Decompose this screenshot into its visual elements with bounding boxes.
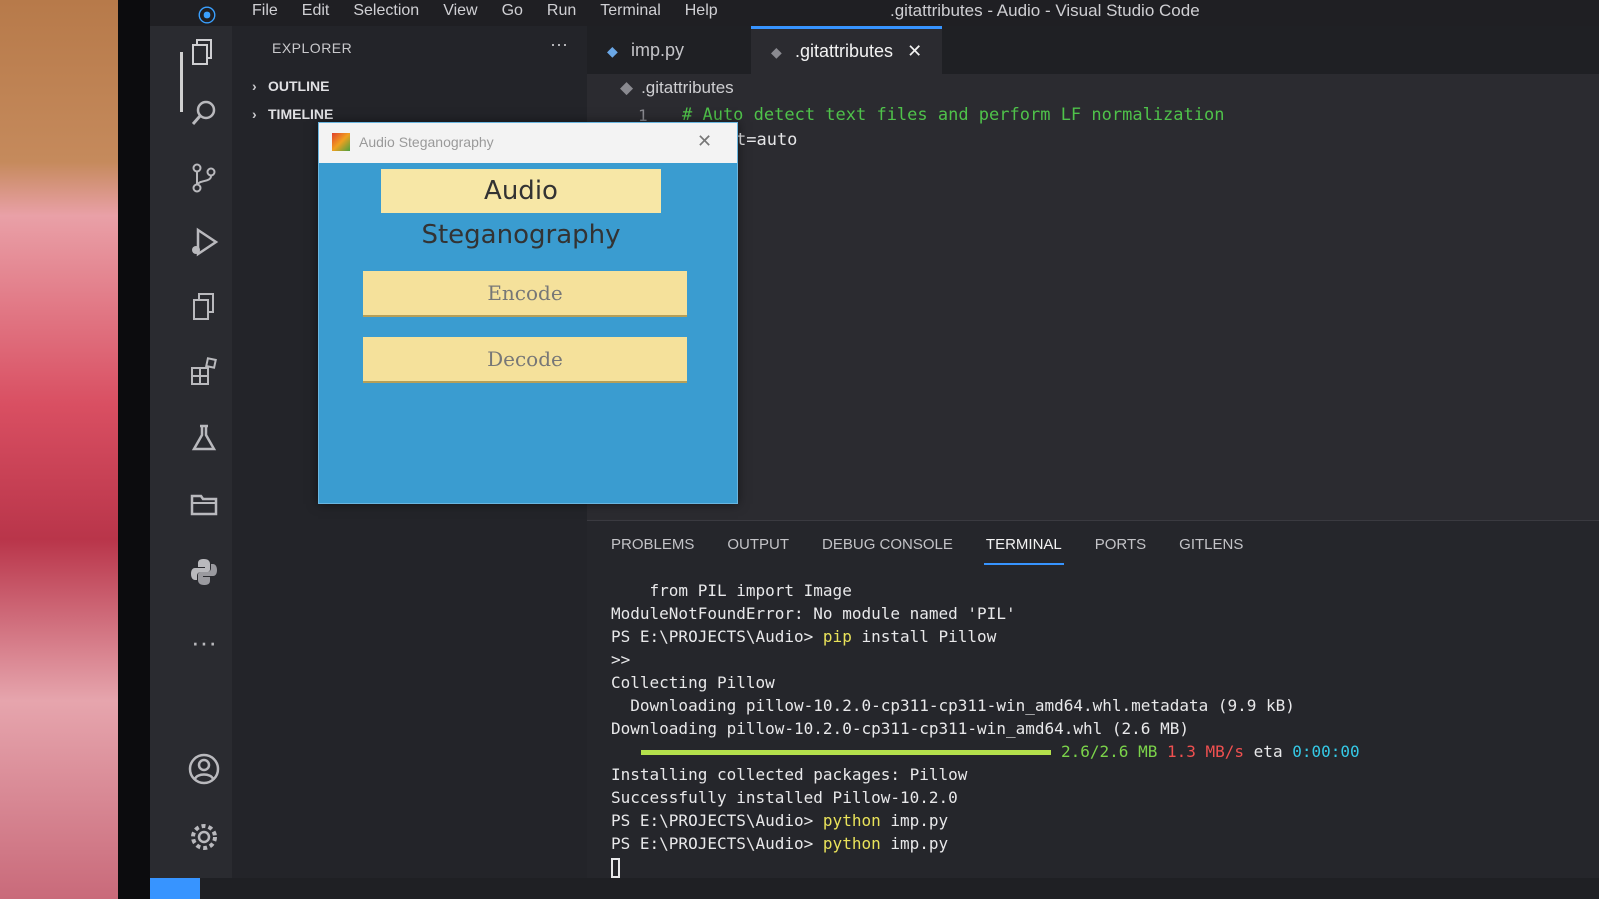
file-icon: ◆ — [771, 44, 782, 60]
terminal-line: PS E:\PROJECTS\Audio> python imp.py — [611, 832, 1360, 855]
explorer-icon[interactable] — [184, 36, 224, 76]
activity-bar: ··· — [150, 26, 232, 899]
chevron-right-icon: › — [252, 78, 257, 94]
terminal-prompt: PS E:\PROJECTS\Audio> — [611, 811, 823, 830]
menu-bar: File Edit Selection View Go Run Terminal… — [240, 0, 730, 22]
terminal-line: Successfully installed Pillow-10.2.0 — [611, 788, 958, 807]
copy-icon[interactable] — [184, 291, 224, 331]
terminal-command: python — [822, 834, 881, 853]
terminal-cursor — [611, 857, 620, 878]
python-icon[interactable] — [184, 556, 224, 596]
sidebar-more-button[interactable]: ··· — [550, 34, 568, 55]
editor-tabs: ◆ imp.py ◆ .gitattributes ✕ — [587, 26, 1599, 74]
tab-output[interactable]: OUTPUT — [727, 529, 789, 561]
terminal-args: imp.py — [880, 834, 949, 853]
settings-gear-icon[interactable] — [184, 820, 224, 860]
account-icon[interactable] — [184, 752, 224, 792]
terminal-prompt: PS E:\PROJECTS\Audio> — [611, 834, 823, 853]
more-icon[interactable]: ··· — [184, 622, 224, 662]
tab-terminal[interactable]: TERMINAL — [983, 529, 1064, 565]
app-title-bar: Audio Steganography ✕ — [319, 123, 737, 163]
terminal-input-line[interactable] — [611, 855, 1360, 878]
vscode-logo-icon: ⦿ — [198, 6, 216, 26]
download-progress-bar — [641, 750, 1051, 755]
progress-size: 2.6/2.6 MB — [1061, 742, 1158, 761]
progress-eta-label: eta — [1253, 742, 1283, 761]
folder-icon[interactable] — [184, 488, 224, 528]
app-heading: Audio Steganography — [381, 169, 661, 250]
bottom-panel: PROBLEMS OUTPUT DEBUG CONSOLE TERMINAL P… — [587, 520, 1599, 899]
monitor-bezel — [118, 0, 154, 899]
tab-problems[interactable]: PROBLEMS — [611, 529, 694, 561]
menu-help[interactable]: Help — [673, 0, 730, 22]
terminal-prompt: PS E:\PROJECTS\Audio> — [611, 627, 823, 646]
tab-debug-console[interactable]: DEBUG CONSOLE — [822, 529, 953, 561]
menu-edit[interactable]: Edit — [290, 0, 342, 22]
code-line-comment[interactable]: # Auto detect text files and perform LF … — [682, 105, 1224, 125]
terminal-line: Downloading pillow-10.2.0-cp311-cp311-wi… — [611, 696, 1295, 715]
tab-gitattributes[interactable]: ◆ .gitattributes ✕ — [751, 26, 943, 74]
encode-button[interactable]: Encode — [363, 271, 687, 317]
sidebar-title: EXPLORER — [272, 40, 353, 56]
window-title: .gitattributes - Audio - Visual Studio C… — [890, 1, 1200, 20]
app-window-title: Audio Steganography — [359, 134, 494, 150]
terminal-line: >> — [611, 650, 631, 669]
source-control-icon[interactable] — [184, 162, 224, 202]
terminal-command: pip — [822, 627, 852, 646]
tab-label: imp.py — [631, 40, 685, 60]
sidebar-section-label: TIMELINE — [268, 106, 334, 122]
breadcrumb[interactable]: ◆ .gitattributes — [620, 78, 734, 98]
audio-steganography-window: Audio Steganography ✕ Audio Steganograph… — [318, 122, 738, 504]
terminal-command: python — [822, 811, 881, 830]
sidebar-section-label: OUTLINE — [268, 78, 330, 94]
terminal-line: Installing collected packages: Pillow — [611, 765, 968, 784]
title-bar: ⦿ File Edit Selection View Go Run Termin… — [150, 0, 1599, 26]
python-file-icon: ◆ — [607, 43, 618, 59]
sidebar-section-outline[interactable]: › OUTLINE — [252, 78, 329, 94]
tab-gitlens[interactable]: GITLENS — [1179, 529, 1243, 561]
file-icon: ◆ — [620, 78, 634, 97]
terminal-progress-line: 2.6/2.6 MB 1.3 MB/s eta 0:00:00 — [611, 740, 1360, 763]
app-icon — [332, 133, 350, 151]
chevron-right-icon: › — [252, 106, 257, 122]
terminal-line: Collecting Pillow — [611, 673, 775, 692]
menu-terminal[interactable]: Terminal — [588, 0, 672, 22]
code-line-text[interactable]: t=auto — [736, 130, 797, 150]
breadcrumb-file: .gitattributes — [641, 78, 734, 97]
terminal-args: imp.py — [880, 811, 949, 830]
terminal-args: install Pillow — [851, 627, 997, 646]
search-icon[interactable] — [184, 98, 224, 138]
menu-selection[interactable]: Selection — [341, 0, 431, 22]
progress-speed: 1.3 MB/s — [1166, 742, 1245, 761]
remote-indicator[interactable] — [150, 878, 200, 899]
decode-button[interactable]: Decode — [363, 337, 687, 383]
tab-ports[interactable]: PORTS — [1095, 529, 1146, 561]
menu-file[interactable]: File — [240, 0, 290, 22]
status-bar — [150, 878, 1599, 899]
terminal-line: PS E:\PROJECTS\Audio> pip install Pillow — [611, 625, 1360, 648]
terminal-line: ModuleNotFoundError: No module named 'PI… — [611, 604, 1016, 623]
terminal-line: PS E:\PROJECTS\Audio> python imp.py — [611, 809, 1360, 832]
run-debug-icon[interactable] — [184, 226, 224, 266]
menu-go[interactable]: Go — [490, 0, 535, 22]
progress-eta: 0:00:00 — [1292, 742, 1360, 761]
terminal-output[interactable]: from PIL import Image ModuleNotFoundError… — [611, 579, 1360, 878]
panel-tabs: PROBLEMS OUTPUT DEBUG CONSOLE TERMINAL P… — [611, 529, 1276, 565]
sidebar-section-timeline[interactable]: › TIMELINE — [252, 106, 333, 122]
testing-icon[interactable] — [184, 422, 224, 462]
terminal-line: from PIL import Image — [611, 581, 852, 600]
extensions-icon[interactable] — [184, 356, 224, 396]
close-icon[interactable]: ✕ — [697, 131, 712, 152]
close-icon[interactable]: ✕ — [907, 41, 922, 61]
menu-run[interactable]: Run — [535, 0, 588, 22]
active-indicator — [180, 52, 183, 112]
terminal-line: Downloading pillow-10.2.0-cp311-cp311-wi… — [611, 719, 1189, 738]
tab-label: .gitattributes — [795, 41, 894, 61]
menu-view[interactable]: View — [431, 0, 489, 22]
